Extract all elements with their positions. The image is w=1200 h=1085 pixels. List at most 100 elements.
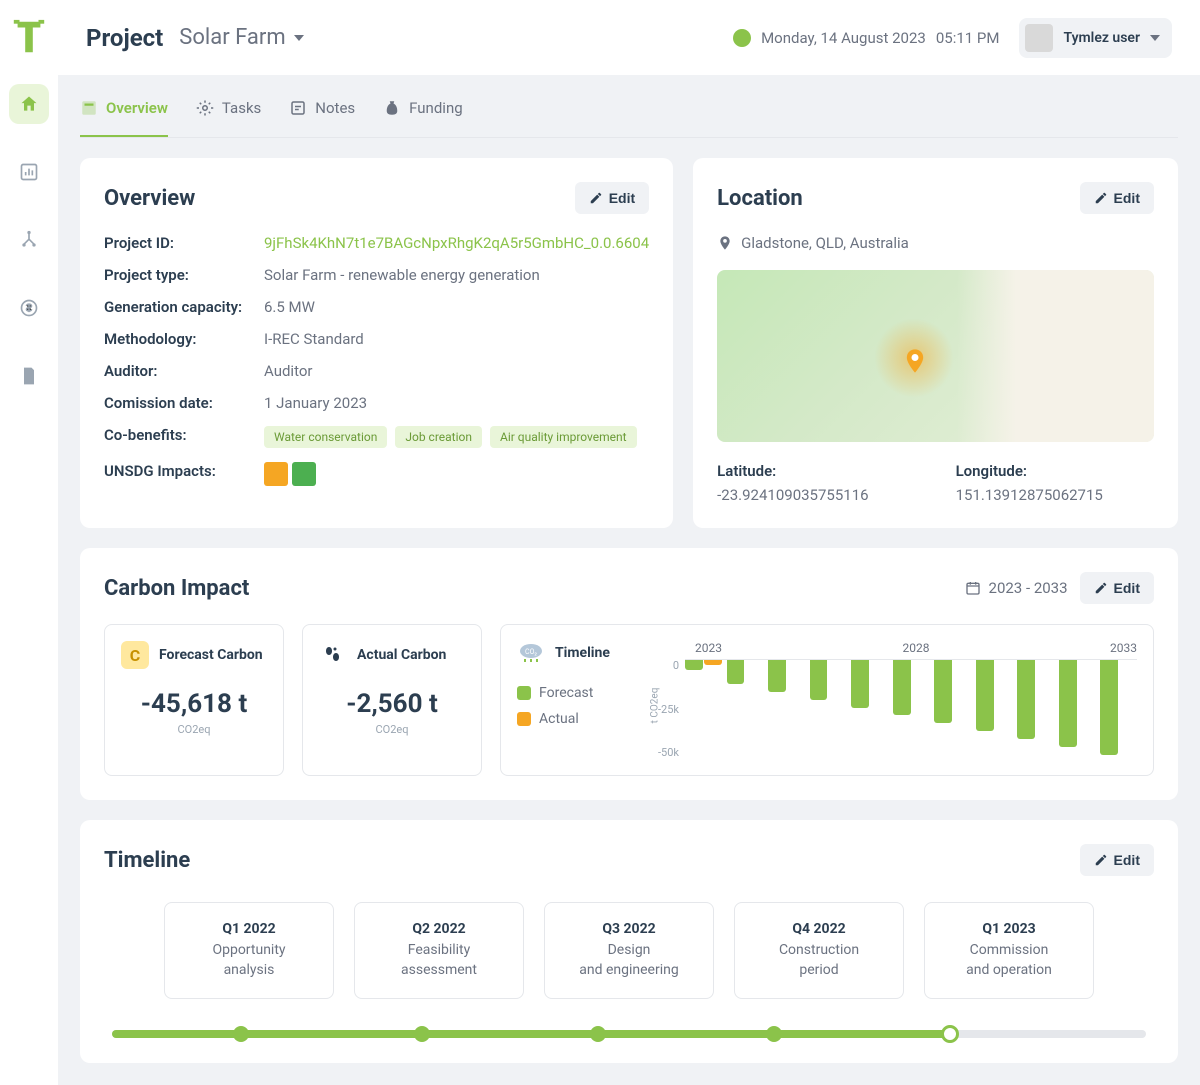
- phase-item: Q3 2022Designand engineering: [544, 902, 714, 999]
- edit-overview-button[interactable]: Edit: [575, 182, 649, 214]
- edit-label: Edit: [1114, 580, 1140, 596]
- carbon-timeline: CO₂ Timeline Forecast Actual 2023 2028 2…: [500, 624, 1154, 776]
- y-axis-label: t CO2eq: [649, 688, 660, 724]
- pin-icon: [717, 235, 733, 251]
- field-label: Co-benefits:: [104, 426, 264, 448]
- progress-track: [112, 1029, 1146, 1039]
- chevron-down-icon: [294, 35, 304, 41]
- chart-icon: [19, 162, 39, 182]
- date-display: Monday, 14 August 2023 05:11 PM: [733, 29, 999, 47]
- overview-card: Overview Edit Project ID:9jFhSk4KhN7t1e7…: [80, 158, 673, 528]
- cobenefit-chips: Water conservation Job creation Air qual…: [264, 426, 637, 448]
- money-bag-icon: [383, 99, 401, 117]
- field-value: 6.5 MW: [264, 298, 315, 316]
- field-label: Methodology:: [104, 330, 264, 348]
- x-tick: 2023: [695, 641, 722, 655]
- edit-timeline-button[interactable]: Edit: [1080, 844, 1154, 876]
- field-label: UNSDG Impacts:: [104, 462, 264, 486]
- edit-label: Edit: [609, 190, 635, 206]
- nav-network[interactable]: [9, 220, 49, 260]
- actual-metric: Actual Carbon -2,560 t CO2eq: [302, 624, 482, 776]
- edit-carbon-button[interactable]: Edit: [1080, 572, 1154, 604]
- metric-title: Actual Carbon: [357, 647, 446, 663]
- field-value: 1 January 2023: [264, 394, 367, 412]
- chevron-down-icon: [1150, 35, 1160, 41]
- svg-text:CO₂: CO₂: [525, 648, 537, 656]
- branch-icon: [19, 230, 39, 250]
- tab-label: Overview: [106, 99, 168, 117]
- metric-title: Forecast Carbon: [159, 647, 263, 663]
- dollar-icon: [19, 298, 39, 318]
- home-icon: [19, 94, 39, 114]
- time-text: 05:11 PM: [936, 29, 1000, 47]
- lon-value: 151.13912875062715: [956, 486, 1154, 504]
- field-value: Auditor: [264, 362, 312, 380]
- legend-forecast: Forecast: [517, 685, 637, 701]
- nav-analytics[interactable]: [9, 152, 49, 192]
- gear-icon: [196, 99, 214, 117]
- date-text: Monday, 14 August 2023: [761, 29, 926, 47]
- tab-label: Funding: [409, 99, 463, 117]
- carbon-title: Carbon Impact: [104, 576, 249, 601]
- sidebar: [0, 0, 58, 1085]
- phases: Q1 2022Opportunityanalysis Q2 2022Feasib…: [104, 902, 1154, 999]
- lat-label: Latitude:: [717, 462, 915, 480]
- tab-overview[interactable]: Overview: [80, 99, 168, 137]
- location-text: Gladstone, QLD, Australia: [741, 234, 909, 252]
- chip: Job creation: [395, 426, 482, 448]
- metric-unit: CO2eq: [121, 723, 267, 736]
- nav-docs[interactable]: [9, 356, 49, 396]
- topbar: Project Solar Farm Monday, 14 August 202…: [58, 0, 1200, 75]
- tab-funding[interactable]: Funding: [383, 99, 463, 137]
- page-title: Project: [86, 24, 163, 52]
- legend-actual: Actual: [517, 711, 637, 727]
- cloud-co2-icon: CO₂: [517, 641, 545, 665]
- date-range[interactable]: 2023 - 2033: [965, 579, 1068, 597]
- lon-label: Longitude:: [956, 462, 1154, 480]
- actual-value: -2,560 t: [319, 689, 465, 719]
- pencil-icon: [1094, 853, 1108, 867]
- nav-home[interactable]: [9, 84, 49, 124]
- location-card: Location Edit Gladstone, QLD, Australia: [693, 158, 1178, 528]
- calendar-icon: [965, 580, 981, 596]
- unsdg-icon: [292, 462, 316, 486]
- phase-item: Q2 2022Feasibilityassessment: [354, 902, 524, 999]
- project-id-value[interactable]: 9jFhSk4KhN7t1e7BAGcNpxRhgK2qA5r5GmbHC_0.…: [264, 234, 649, 252]
- field-label: Project ID:: [104, 234, 264, 252]
- carbon-chart: 2023 2028 2033 t CO2eq 0 -25k -50k: [655, 641, 1137, 759]
- project-selector[interactable]: Solar Farm: [179, 25, 303, 50]
- field-label: Project type:: [104, 266, 264, 284]
- timeline-title: Timeline: [104, 848, 190, 873]
- tabs: Overview Tasks Notes Funding: [80, 75, 1178, 138]
- document-icon: [19, 366, 39, 386]
- field-label: Comission date:: [104, 394, 264, 412]
- phase-item: Q1 2023Commissionand operation: [924, 902, 1094, 999]
- edit-label: Edit: [1114, 852, 1140, 868]
- pencil-icon: [589, 191, 603, 205]
- project-selector-label: Solar Farm: [179, 25, 285, 50]
- carbon-card: Carbon Impact 2023 - 2033 Edit: [80, 548, 1178, 800]
- footprint-icon: [319, 641, 347, 669]
- tab-notes[interactable]: Notes: [289, 99, 355, 137]
- tab-tasks[interactable]: Tasks: [196, 99, 261, 137]
- overview-icon: [80, 99, 98, 117]
- tab-label: Notes: [315, 99, 355, 117]
- lat-value: -23.924109035755116: [717, 486, 915, 504]
- field-label: Auditor:: [104, 362, 264, 380]
- map[interactable]: [717, 270, 1154, 442]
- overview-title: Overview: [104, 186, 195, 211]
- note-icon: [289, 99, 307, 117]
- y-tick: -50k: [655, 746, 679, 759]
- avatar: [1025, 24, 1053, 52]
- field-label: Generation capacity:: [104, 298, 264, 316]
- user-menu[interactable]: Tymlez user: [1019, 18, 1172, 58]
- map-pin-icon: [901, 347, 929, 375]
- unsdg-icons: [264, 462, 316, 486]
- edit-location-button[interactable]: Edit: [1080, 182, 1154, 214]
- nav-finance[interactable]: [9, 288, 49, 328]
- location-address: Gladstone, QLD, Australia: [717, 234, 1154, 252]
- forecast-icon: C: [121, 641, 149, 669]
- edit-label: Edit: [1114, 190, 1140, 206]
- logo: [10, 18, 48, 56]
- metric-unit: CO2eq: [319, 723, 465, 736]
